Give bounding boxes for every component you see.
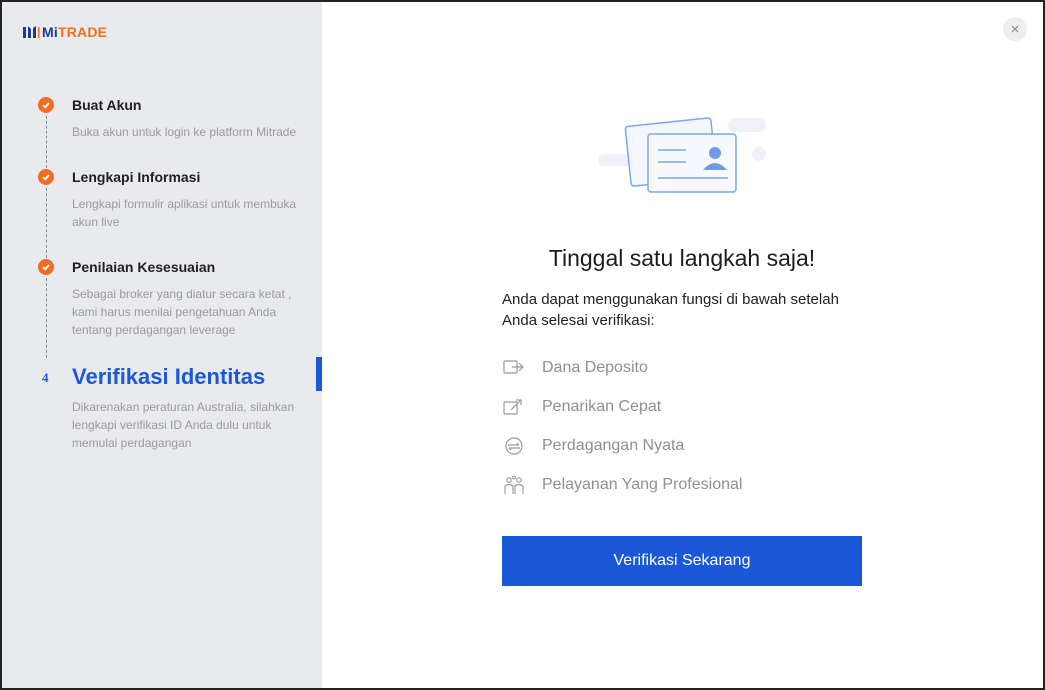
step-title: Verifikasi Identitas [72, 364, 266, 389]
intro-text: Anda dapat menggunakan fungsi di bawah s… [502, 291, 839, 329]
step-title: Lengkapi Informasi [72, 169, 201, 185]
active-step-indicator [316, 357, 322, 391]
feature-item: Perdagangan Nyata [502, 435, 862, 457]
check-icon [38, 169, 54, 185]
step-title: Buat Akun [72, 97, 142, 113]
logo-text-trade: TRADE [57, 24, 108, 40]
logo-text-mi: Mi [42, 24, 58, 40]
trade-icon [502, 435, 526, 457]
step-connector [46, 278, 47, 358]
feature-label: Perdagangan Nyata [542, 437, 685, 454]
step-description: Dikarenakan peraturan Australia, silahka… [72, 400, 295, 450]
check-icon [38, 97, 54, 113]
deposit-icon [502, 357, 526, 379]
feature-item: Pelayanan Yang Profesional [502, 474, 862, 496]
close-button[interactable]: × [1003, 17, 1027, 41]
close-icon: × [1010, 20, 1020, 38]
step-number: 4 [42, 370, 49, 385]
page-title: Tinggal satu langkah saja! [548, 245, 816, 271]
mitrade-logo: Mi TRADE [22, 24, 107, 40]
withdraw-icon [502, 396, 526, 418]
feature-label: Pelayanan Yang Profesional [542, 476, 743, 493]
step-connector [46, 188, 47, 258]
check-icon [38, 259, 54, 275]
feature-label: Dana Deposito [542, 359, 648, 376]
step-description: Sebagai broker yang diatur secara ketat … [72, 287, 292, 337]
feature-label: Penarikan Cepat [542, 398, 662, 415]
step-description: Buka akun untuk login ke platform Mitrad… [72, 125, 297, 139]
id-card-illustration [598, 117, 766, 193]
feature-item: Penarikan Cepat [502, 396, 862, 418]
feature-item: Dana Deposito [502, 357, 862, 379]
verify-now-button[interactable]: Verifikasi Sekarang [502, 536, 862, 586]
step-connector [46, 116, 47, 168]
step-title: Penilaian Kesesuaian [72, 259, 216, 275]
step-description: Lengkapi formulir aplikasi untuk membuka… [72, 197, 297, 229]
mitrade-logo-icon [23, 26, 40, 38]
dialog-window: Mi TRADE Buat Akun Buka akun untuk login … [0, 0, 1045, 690]
progress-sidebar: Mi TRADE Buat Akun Buka akun untuk login … [2, 2, 322, 688]
service-icon [502, 474, 526, 496]
